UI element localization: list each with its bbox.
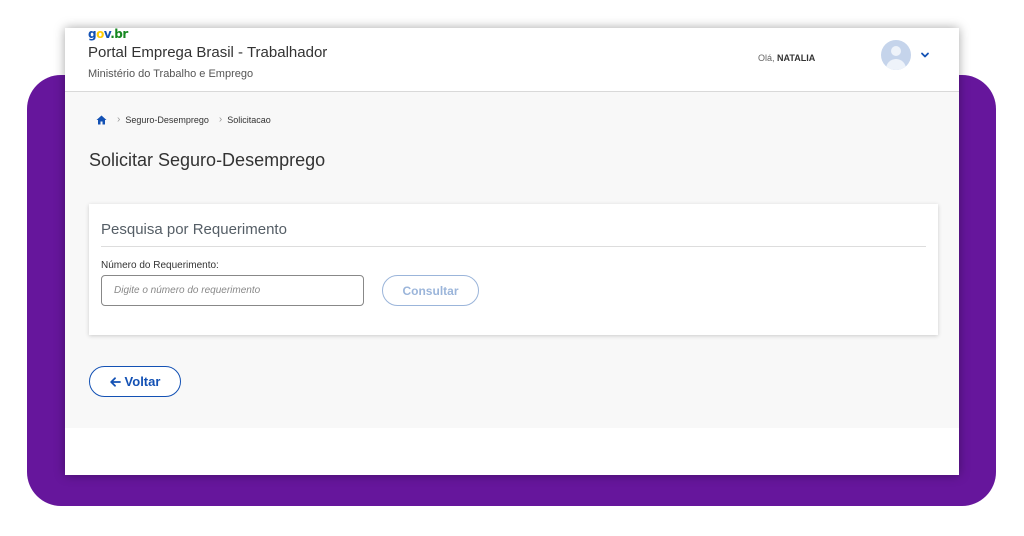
arrow-left-icon bbox=[109, 376, 121, 387]
search-card: Pesquisa por Requerimento Número do Requ… bbox=[89, 204, 938, 335]
breadcrumb: › Seguro-Desemprego › Solicitacao bbox=[96, 114, 271, 125]
avatar-body bbox=[886, 59, 906, 70]
page-title: Solicitar Seguro-Desemprego bbox=[89, 150, 326, 170]
home-icon[interactable] bbox=[96, 115, 107, 125]
browser-window: gov.br Portal Emprega Brasil - Trabalhad… bbox=[65, 28, 959, 475]
chevron-right-icon: › bbox=[117, 114, 121, 125]
gov-br-logo[interactable]: gov.br bbox=[88, 28, 128, 40]
ministry-name: Ministério do Trabalho e Emprego bbox=[88, 68, 254, 80]
user-name: NATALIA bbox=[777, 53, 816, 63]
breadcrumb-item-solicitacao: Solicitacao bbox=[227, 114, 271, 125]
user-greeting: Olá, NATALIA bbox=[758, 53, 815, 63]
main-content: › Seguro-Desemprego › Solicitacao Solici… bbox=[65, 92, 959, 428]
chevron-right-icon: › bbox=[218, 114, 223, 125]
chevron-down-icon[interactable] bbox=[920, 50, 930, 60]
requerimento-input[interactable] bbox=[101, 275, 364, 306]
breadcrumb-item-seguro-desemprego[interactable]: Seguro-Desemprego bbox=[125, 115, 209, 125]
back-button-label: Voltar bbox=[124, 374, 161, 389]
stage: gov.br Portal Emprega Brasil - Trabalhad… bbox=[0, 0, 1024, 536]
page-header: gov.br Portal Emprega Brasil - Trabalhad… bbox=[65, 28, 959, 92]
portal-title: Portal Emprega Brasil - Trabalhador bbox=[88, 44, 328, 61]
avatar[interactable] bbox=[881, 40, 911, 70]
back-button[interactable]: Voltar bbox=[89, 366, 181, 397]
greeting-prefix: Olá, bbox=[758, 53, 775, 63]
avatar-head bbox=[891, 46, 901, 56]
requerimento-label: Número do Requerimento: bbox=[101, 260, 219, 271]
card-title: Pesquisa por Requerimento bbox=[101, 221, 287, 238]
consultar-button[interactable]: Consultar bbox=[382, 275, 479, 306]
divider bbox=[101, 246, 926, 247]
